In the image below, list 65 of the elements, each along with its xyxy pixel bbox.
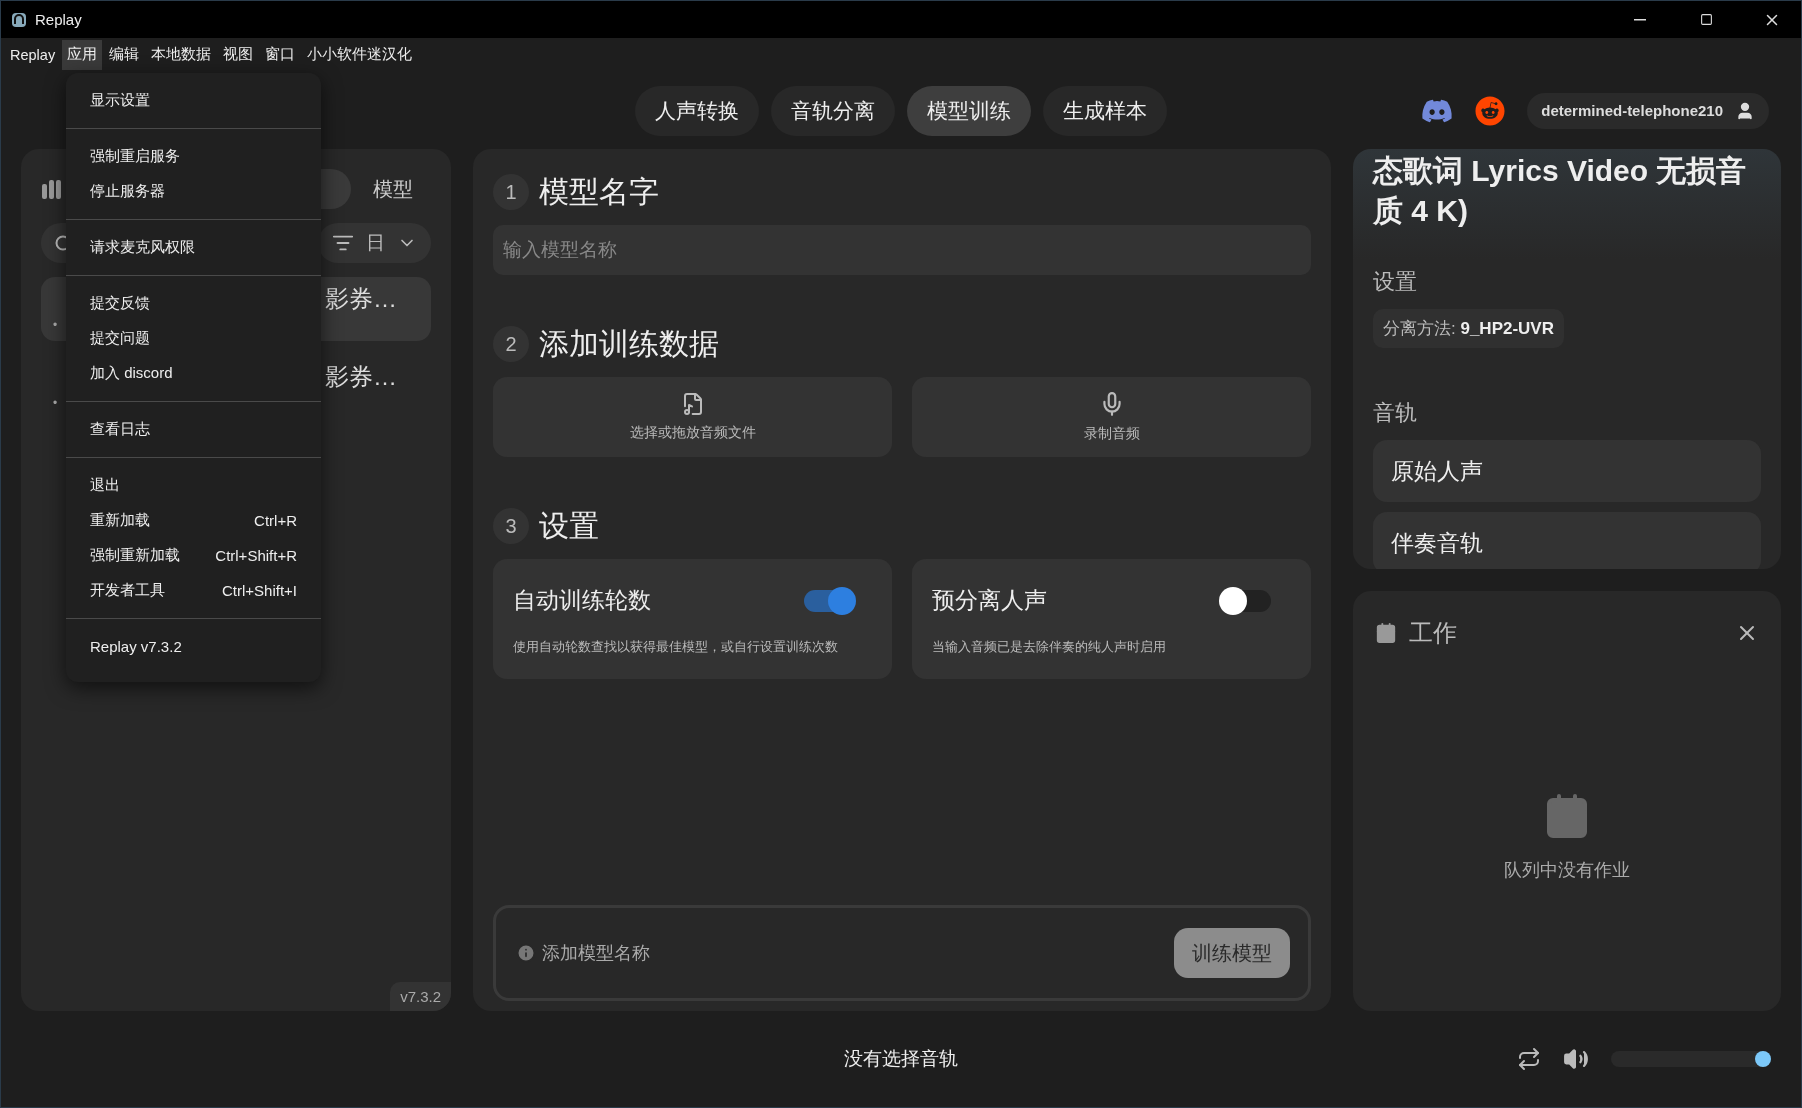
empty-message: 队列中没有作业 [1504,859,1630,883]
calendar-icon [1375,622,1397,645]
step-number: 2 [493,326,529,363]
menu-item[interactable]: 请求麦克风权限 [66,230,321,265]
info-icon [516,943,536,964]
menu-bar-item[interactable]: 视图 [218,39,259,70]
library-bars-icon [41,178,63,201]
hint-text: 添加模型名称 [516,941,650,966]
menu-item[interactable]: Replay v7.3.2 [66,629,321,664]
menu-item[interactable]: 重新加载 Ctrl+R [66,503,321,538]
menu-bar-item[interactable]: 编辑 [104,39,145,70]
player-status: 没有选择音轨 [844,1047,958,1072]
menu-item[interactable]: 退出 [66,468,321,503]
section-label: 音轨 [1373,399,1418,428]
step-number: 3 [493,508,529,545]
menu-item[interactable]: 加入 discord [66,356,321,391]
track-button[interactable]: 伴奏音轨 [1373,512,1761,570]
song-title: 态歌词 Lyrics Video 无损音质 4 K) [1373,153,1748,230]
menu-bar-item[interactable]: Replay [5,39,61,70]
search-icon [55,235,69,252]
mode-tab[interactable]: 生成样本 [1043,85,1167,136]
step-title: 设置 [539,507,599,544]
menu-item[interactable]: 显示设置 [66,83,321,118]
repeat-icon [1517,1047,1541,1072]
choose-file-button[interactable]: 选择或拖放音频文件 [493,377,892,458]
step-number: 1 [493,174,529,211]
model-name-input[interactable]: 输入模型名称 [493,225,1311,276]
track-button[interactable]: 原始人声 [1373,440,1761,503]
volume-thumb[interactable] [1755,1051,1771,1068]
volume-slider[interactable] [1611,1051,1771,1068]
library-tab[interactable]: 模型 [355,169,431,210]
setting-description: 使用自动轮数查找以获得最佳模型，或自行设置训练次数 [513,638,839,657]
menu-bar-item[interactable]: 应用 [62,39,103,70]
version-label: v7.3.2 [390,982,451,1012]
user-icon [1735,100,1755,121]
menu-bar-item[interactable]: 窗口 [260,39,301,70]
maximize-icon [1699,13,1713,26]
menu-item[interactable]: 开发者工具 Ctrl+Shift+I [66,573,321,608]
window-title: Replay [35,11,83,28]
menu-bar-item[interactable]: 本地数据 [146,39,217,70]
mode-tab[interactable]: 模型训练 [907,85,1031,136]
app-logo-icon [11,11,27,28]
record-audio-button[interactable]: 录制音频 [912,377,1311,458]
mode-tab[interactable]: 人声转换 [635,85,759,136]
user-account-button[interactable]: determined-telephone210 [1527,92,1769,129]
sort-dropdown[interactable]: 日 [318,223,431,264]
step-title: 模型名字 [539,173,659,210]
reddit-icon[interactable] [1475,95,1506,126]
menu-item[interactable]: 提交问题 [66,321,321,356]
step-title: 添加训练数据 [539,325,719,362]
setting-chip: 分离方法: 9_HP2-UVR [1373,309,1564,349]
jobs-title: 工作 [1409,618,1458,649]
menu-item[interactable]: 强制重新加载 Ctrl+Shift+R [66,538,321,573]
menu-item[interactable]: 查看日志 [66,412,321,447]
repeat-button[interactable] [1517,1047,1541,1072]
section-label: 设置 [1373,268,1418,297]
setting-description: 当输入音频已是去除伴奏的纯人声时启用 [932,638,1167,657]
menu-item[interactable]: 停止服务器 [66,174,321,209]
setting-title: 预分离人声 [932,586,1047,616]
menu-bar-item[interactable]: 小小软件迷汉化 [302,39,418,70]
minimize-icon [1634,18,1646,21]
setting-title: 自动训练轮数 [513,586,651,616]
menu-item[interactable]: 强制重启服务 [66,139,321,174]
menu-item[interactable]: 提交反馈 [66,286,321,321]
mode-tab[interactable]: 音轨分离 [771,85,895,136]
